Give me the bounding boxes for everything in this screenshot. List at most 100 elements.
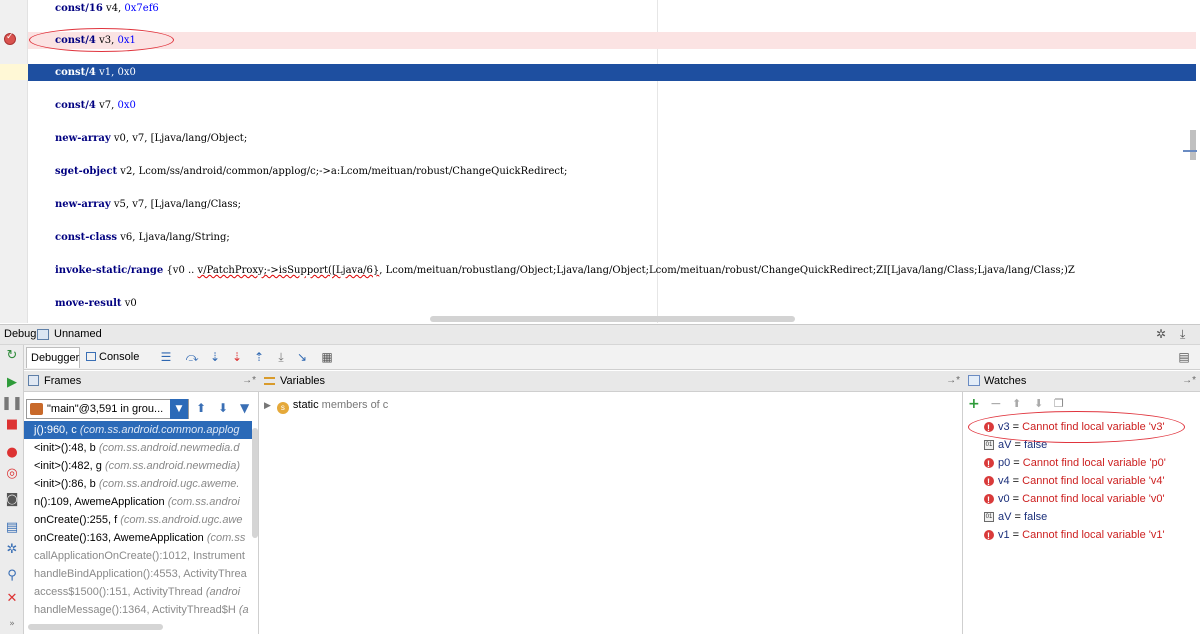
code-line[interactable]: new-array v5, v7, [Ljava/lang/Class;	[28, 196, 1196, 213]
run-to-cursor-icon[interactable]: ↘	[294, 349, 310, 365]
frame-item[interactable]: onCreate():255, f (com.ss.android.ugc.aw…	[24, 511, 252, 529]
frame-location: (com.ss.android.ugc.aweme.	[98, 478, 240, 490]
watch-item[interactable]: 01 aV = false	[964, 508, 1200, 526]
frame-location: (com.ss.androi	[167, 496, 240, 508]
editor-gutter[interactable]	[0, 0, 28, 323]
watch-name: v4	[998, 475, 1010, 487]
more-icon[interactable]: »	[0, 615, 24, 633]
pin-icon[interactable]: →*	[242, 371, 256, 391]
stop-icon[interactable]: ■	[0, 416, 24, 434]
resume-icon[interactable]: ▶	[0, 374, 24, 392]
watch-name: p0	[998, 457, 1011, 469]
code-error-span: v/PatchProxy;->isSupport([Ljava/6}	[197, 265, 380, 276]
code-line[interactable]: move-result v0	[28, 295, 1196, 312]
pause-icon[interactable]: ❚❚	[0, 395, 24, 413]
frame-item[interactable]: <init>():86, b (com.ss.android.ugc.aweme…	[24, 475, 252, 493]
view-breakpoints-icon[interactable]: ●	[0, 444, 24, 462]
step-out-icon[interactable]: ⇡	[251, 349, 267, 365]
rerun-icon[interactable]: ↻	[0, 347, 24, 365]
code-line-current[interactable]: const/4 v1, 0x0	[28, 64, 1196, 81]
frame-method: <init>():482, g	[34, 460, 105, 472]
watch-name: aV	[998, 439, 1012, 451]
frame-item[interactable]: <init>():48, b (com.ss.android.newmedia.…	[24, 439, 252, 457]
watch-value: Cannot find local variable 'p0'	[1022, 457, 1166, 469]
code-args: v2, Lcom/ss/android/common/applog/c;->a:…	[117, 166, 568, 177]
breakpoint-icon[interactable]	[4, 32, 16, 45]
arrow-down-icon[interactable]: ⬇	[218, 401, 228, 415]
step-over-icon[interactable]: ⤼	[184, 349, 200, 365]
filter-icon[interactable]: ▼	[240, 401, 249, 415]
code-number: 0x0	[117, 100, 136, 111]
frames-horizontal-scrollbar[interactable]	[28, 624, 163, 630]
settings-icon[interactable]: ✲	[1156, 325, 1166, 344]
frames-vertical-scrollbar[interactable]	[252, 428, 258, 538]
frame-method: <init>():48, b	[34, 442, 99, 454]
watch-item[interactable]: v1 = Cannot find local variable 'v1'	[964, 526, 1200, 545]
pin-icon[interactable]: →*	[946, 371, 960, 391]
evaluate-expression-icon[interactable]: ▦	[319, 349, 335, 365]
frame-method: n():109, AwemeApplication	[34, 496, 168, 508]
thread-selector[interactable]: "main"@3,591 in grou...	[26, 399, 189, 419]
watches-title: Watches	[984, 375, 1027, 387]
watch-item[interactable]: p0 = Cannot find local variable 'p0'	[964, 454, 1200, 473]
code-args: v0, v7, [Ljava/lang/Object;	[110, 133, 248, 144]
copy-icon[interactable]: ❐	[1054, 396, 1064, 412]
code-line[interactable]: const/4 v7, 0x0	[28, 97, 1196, 114]
frame-item[interactable]: j():960, c (com.ss.android.common.applog	[24, 421, 252, 439]
remove-icon[interactable]: −	[990, 396, 1002, 412]
code-keyword: invoke-static/range	[55, 265, 164, 276]
debug-title-label: Debug	[4, 328, 37, 340]
move-up-icon[interactable]: ⬆	[1012, 396, 1021, 412]
expand-arrow-icon[interactable]: ▶	[264, 400, 271, 410]
frame-method: handleBindApplication():4553, ActivityTh…	[34, 568, 247, 580]
tab-console[interactable]: Console →*	[82, 347, 154, 382]
frame-item[interactable]: access$1500():151, ActivityThread (andro…	[24, 583, 252, 601]
pin-icon[interactable]: ⚲	[0, 567, 24, 585]
pin-icon[interactable]: →*	[1182, 371, 1196, 391]
editor-horizontal-scrollbar[interactable]	[430, 316, 795, 322]
camera-icon[interactable]: ◙	[0, 491, 24, 509]
watch-item[interactable]: v4 = Cannot find local variable 'v4'	[964, 472, 1200, 491]
frame-item[interactable]: callApplicationOnCreate():1012, Instrume…	[24, 547, 252, 565]
force-step-into-icon[interactable]: ⇣	[229, 349, 245, 365]
code-editor[interactable]: const/16 v4, 0x7ef6 const/4 v3, 0x1 cons…	[0, 0, 1200, 323]
add-icon[interactable]: +	[968, 396, 980, 412]
code-args: v5, v7, [Ljava/lang/Class;	[110, 199, 242, 210]
error-icon	[984, 455, 994, 473]
tab-debugger[interactable]: Debugger	[26, 347, 80, 368]
frame-location: (androi	[205, 586, 241, 598]
editor-error-stripe-marker[interactable]	[1183, 150, 1197, 152]
frame-item[interactable]: <init>():482, g (com.ss.android.newmedia…	[24, 457, 252, 475]
watch-item[interactable]: v0 = Cannot find local variable 'v0'	[964, 490, 1200, 509]
frame-method: onCreate():255, f	[34, 514, 121, 526]
run-config-name: Unnamed	[54, 328, 102, 340]
tab-debugger-label: Debugger	[31, 352, 80, 364]
code-line[interactable]: const-class v6, Ljava/lang/String;	[28, 229, 1196, 246]
close-icon[interactable]: ✕	[0, 590, 24, 608]
frame-item[interactable]: handleMessage():1364, ActivityThread$H (…	[24, 601, 252, 619]
frame-item[interactable]: n():109, AwemeApplication (com.ss.androi	[24, 493, 252, 511]
code-line[interactable]: const/16 v4, 0x7ef6	[28, 0, 1196, 17]
variable-value: members of c	[318, 399, 389, 411]
code-line[interactable]: new-array v0, v7, [Ljava/lang/Object;	[28, 130, 1196, 147]
frame-item[interactable]: handleBindApplication():4553, ActivityTh…	[24, 565, 252, 583]
chevron-down-icon[interactable]: ▼	[170, 399, 188, 419]
step-into-icon[interactable]: ⇣	[207, 349, 223, 365]
code-line[interactable]: invoke-static/range {v0 .. v/PatchProxy;…	[28, 262, 1196, 279]
show-execution-point-icon[interactable]: ☰	[158, 349, 174, 365]
variable-row-static[interactable]: ▶ s static members of c	[264, 398, 388, 414]
mute-breakpoints-icon[interactable]: ◎	[0, 465, 24, 483]
annotation-ellipse	[968, 411, 1185, 443]
move-down-icon[interactable]: ⬇	[1034, 396, 1043, 412]
code-number: 0x0	[117, 67, 136, 78]
drop-frame-icon[interactable]: ⤓	[273, 349, 289, 365]
code-line-breakpoint[interactable]: const/4 v3, 0x1	[28, 32, 1196, 49]
restore-layout-icon[interactable]: ▤	[1176, 349, 1192, 365]
code-line[interactable]: sget-object v2, Lcom/ss/android/common/a…	[28, 163, 1196, 180]
hide-panel-icon[interactable]: ⤓	[1180, 325, 1185, 344]
layout-icon[interactable]: ▤	[0, 519, 24, 537]
frame-item[interactable]: onCreate():163, AwemeApplication (com.ss	[24, 529, 252, 547]
arrow-up-icon[interactable]: ⬆	[196, 401, 206, 415]
editor-vertical-scrollbar[interactable]	[1190, 130, 1196, 160]
gear-icon[interactable]: ✲	[0, 541, 24, 559]
